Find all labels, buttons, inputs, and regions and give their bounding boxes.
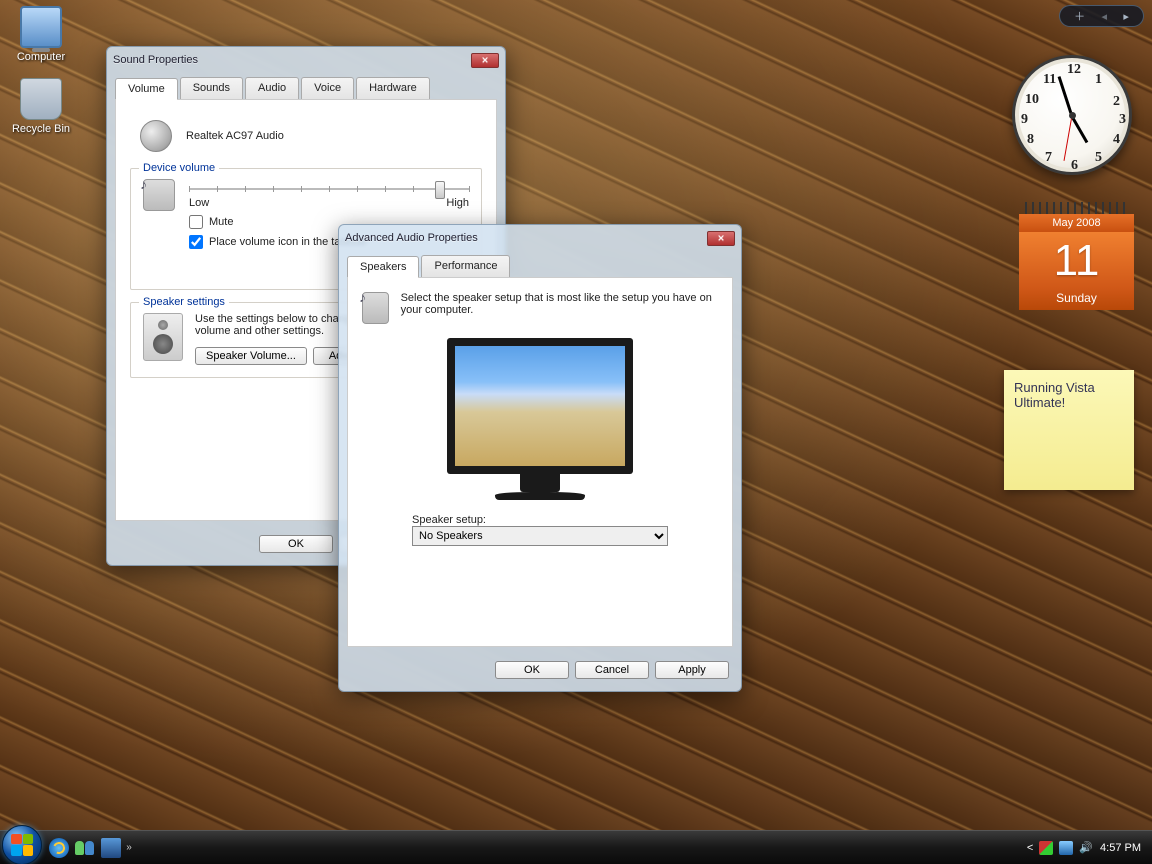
titlebar[interactable]: Advanced Audio Properties ✕: [339, 225, 741, 251]
computer-icon: [20, 6, 62, 48]
window-advanced-audio[interactable]: Advanced Audio Properties ✕ Speakers Per…: [338, 224, 742, 692]
speaker-device-icon: [140, 120, 172, 152]
calendar-spiral-icon: [1025, 202, 1128, 214]
group-title: Device volume: [139, 162, 219, 174]
desktop-icon-label: Recycle Bin: [6, 123, 76, 135]
close-button[interactable]: ✕: [707, 231, 735, 246]
calendar-day-of-week: Sunday: [1019, 288, 1134, 310]
ok-button[interactable]: OK: [495, 661, 569, 679]
note-text: Running Vista Ultimate!: [1014, 380, 1124, 410]
hour-hand: [1071, 116, 1089, 143]
clock-gadget[interactable]: 12 1 2 3 4 5 6 7 8 9 10 11: [1012, 55, 1132, 175]
desktop-icon-computer[interactable]: Computer: [6, 6, 76, 63]
tab-hardware[interactable]: Hardware: [356, 77, 430, 99]
sidebar-prev-button[interactable]: ◂: [1101, 10, 1107, 23]
tray-security-icon[interactable]: [1039, 841, 1053, 855]
tray-chevron-icon[interactable]: <: [1027, 842, 1033, 854]
desktop-icon-label: Computer: [6, 51, 76, 63]
tab-performance[interactable]: Performance: [421, 255, 510, 277]
speaker-setup-select[interactable]: No Speakers: [412, 526, 668, 546]
cancel-button[interactable]: Cancel: [575, 661, 649, 679]
minute-hand: [1058, 76, 1074, 117]
quicklaunch-messenger-icon[interactable]: [75, 838, 95, 858]
window-title: Sound Properties: [113, 54, 471, 66]
window-title: Advanced Audio Properties: [345, 232, 707, 244]
volume-slider[interactable]: [189, 183, 469, 195]
tray-clock[interactable]: 4:57 PM: [1100, 842, 1141, 854]
close-button[interactable]: ✕: [471, 53, 499, 68]
windows-logo-icon: [11, 834, 33, 856]
notes-gadget[interactable]: Running Vista Ultimate!: [1004, 370, 1134, 490]
instruction-text: Select the speaker setup that is most li…: [401, 292, 718, 316]
quicklaunch-ie-icon[interactable]: [49, 838, 69, 858]
dialog-buttons: OK Cancel Apply: [339, 655, 741, 691]
speaker-setup-icon: [362, 292, 389, 324]
tab-voice[interactable]: Voice: [301, 77, 354, 99]
desktop-icon-recycle-bin[interactable]: Recycle Bin: [6, 78, 76, 135]
slider-label-low: Low: [189, 197, 209, 209]
tab-strip: Speakers Performance: [339, 251, 741, 277]
sidebar-add-gadget-button[interactable]: ＋: [1074, 8, 1085, 24]
speaker-setup-label: Speaker setup:: [412, 514, 668, 526]
tab-sounds[interactable]: Sounds: [180, 77, 243, 99]
quicklaunch-show-desktop-icon[interactable]: [101, 838, 121, 858]
slider-thumb[interactable]: [435, 181, 445, 199]
apply-button[interactable]: Apply: [655, 661, 729, 679]
audio-device-name: Realtek AC97 Audio: [186, 130, 284, 142]
tab-speakers[interactable]: Speakers: [347, 256, 419, 278]
speakers-icon: [143, 313, 183, 361]
calendar-month: May 2008: [1019, 214, 1134, 232]
speaker-setup-graphic: [447, 338, 633, 500]
quicklaunch-chevron-icon[interactable]: »: [124, 842, 134, 853]
system-tray: < 🔊 4:57 PM: [1024, 841, 1152, 855]
sidebar-next-button[interactable]: ▸: [1123, 10, 1129, 23]
recycle-bin-icon: [20, 78, 62, 120]
calendar-day-number: 11: [1019, 232, 1134, 288]
group-title: Speaker settings: [139, 296, 229, 308]
speaker-volume-button[interactable]: Speaker Volume...: [195, 347, 307, 365]
volume-icon: [143, 179, 175, 211]
calendar-gadget[interactable]: May 2008 11 Sunday: [1019, 202, 1134, 310]
taskbar: » < 🔊 4:57 PM: [0, 830, 1152, 864]
ok-button[interactable]: OK: [259, 535, 333, 553]
titlebar[interactable]: Sound Properties ✕: [107, 47, 505, 73]
second-hand: [1064, 115, 1073, 160]
start-button[interactable]: [2, 825, 42, 864]
sidebar-controls: ＋ ◂ ▸: [1059, 5, 1144, 27]
tab-strip: Volume Sounds Audio Voice Hardware: [107, 73, 505, 99]
tray-network-icon[interactable]: [1059, 841, 1073, 855]
tab-volume[interactable]: Volume: [115, 78, 178, 100]
tab-panel: Select the speaker setup that is most li…: [347, 277, 733, 647]
tray-volume-icon[interactable]: 🔊: [1079, 841, 1093, 854]
slider-label-high: High: [446, 197, 469, 209]
tab-audio[interactable]: Audio: [245, 77, 299, 99]
